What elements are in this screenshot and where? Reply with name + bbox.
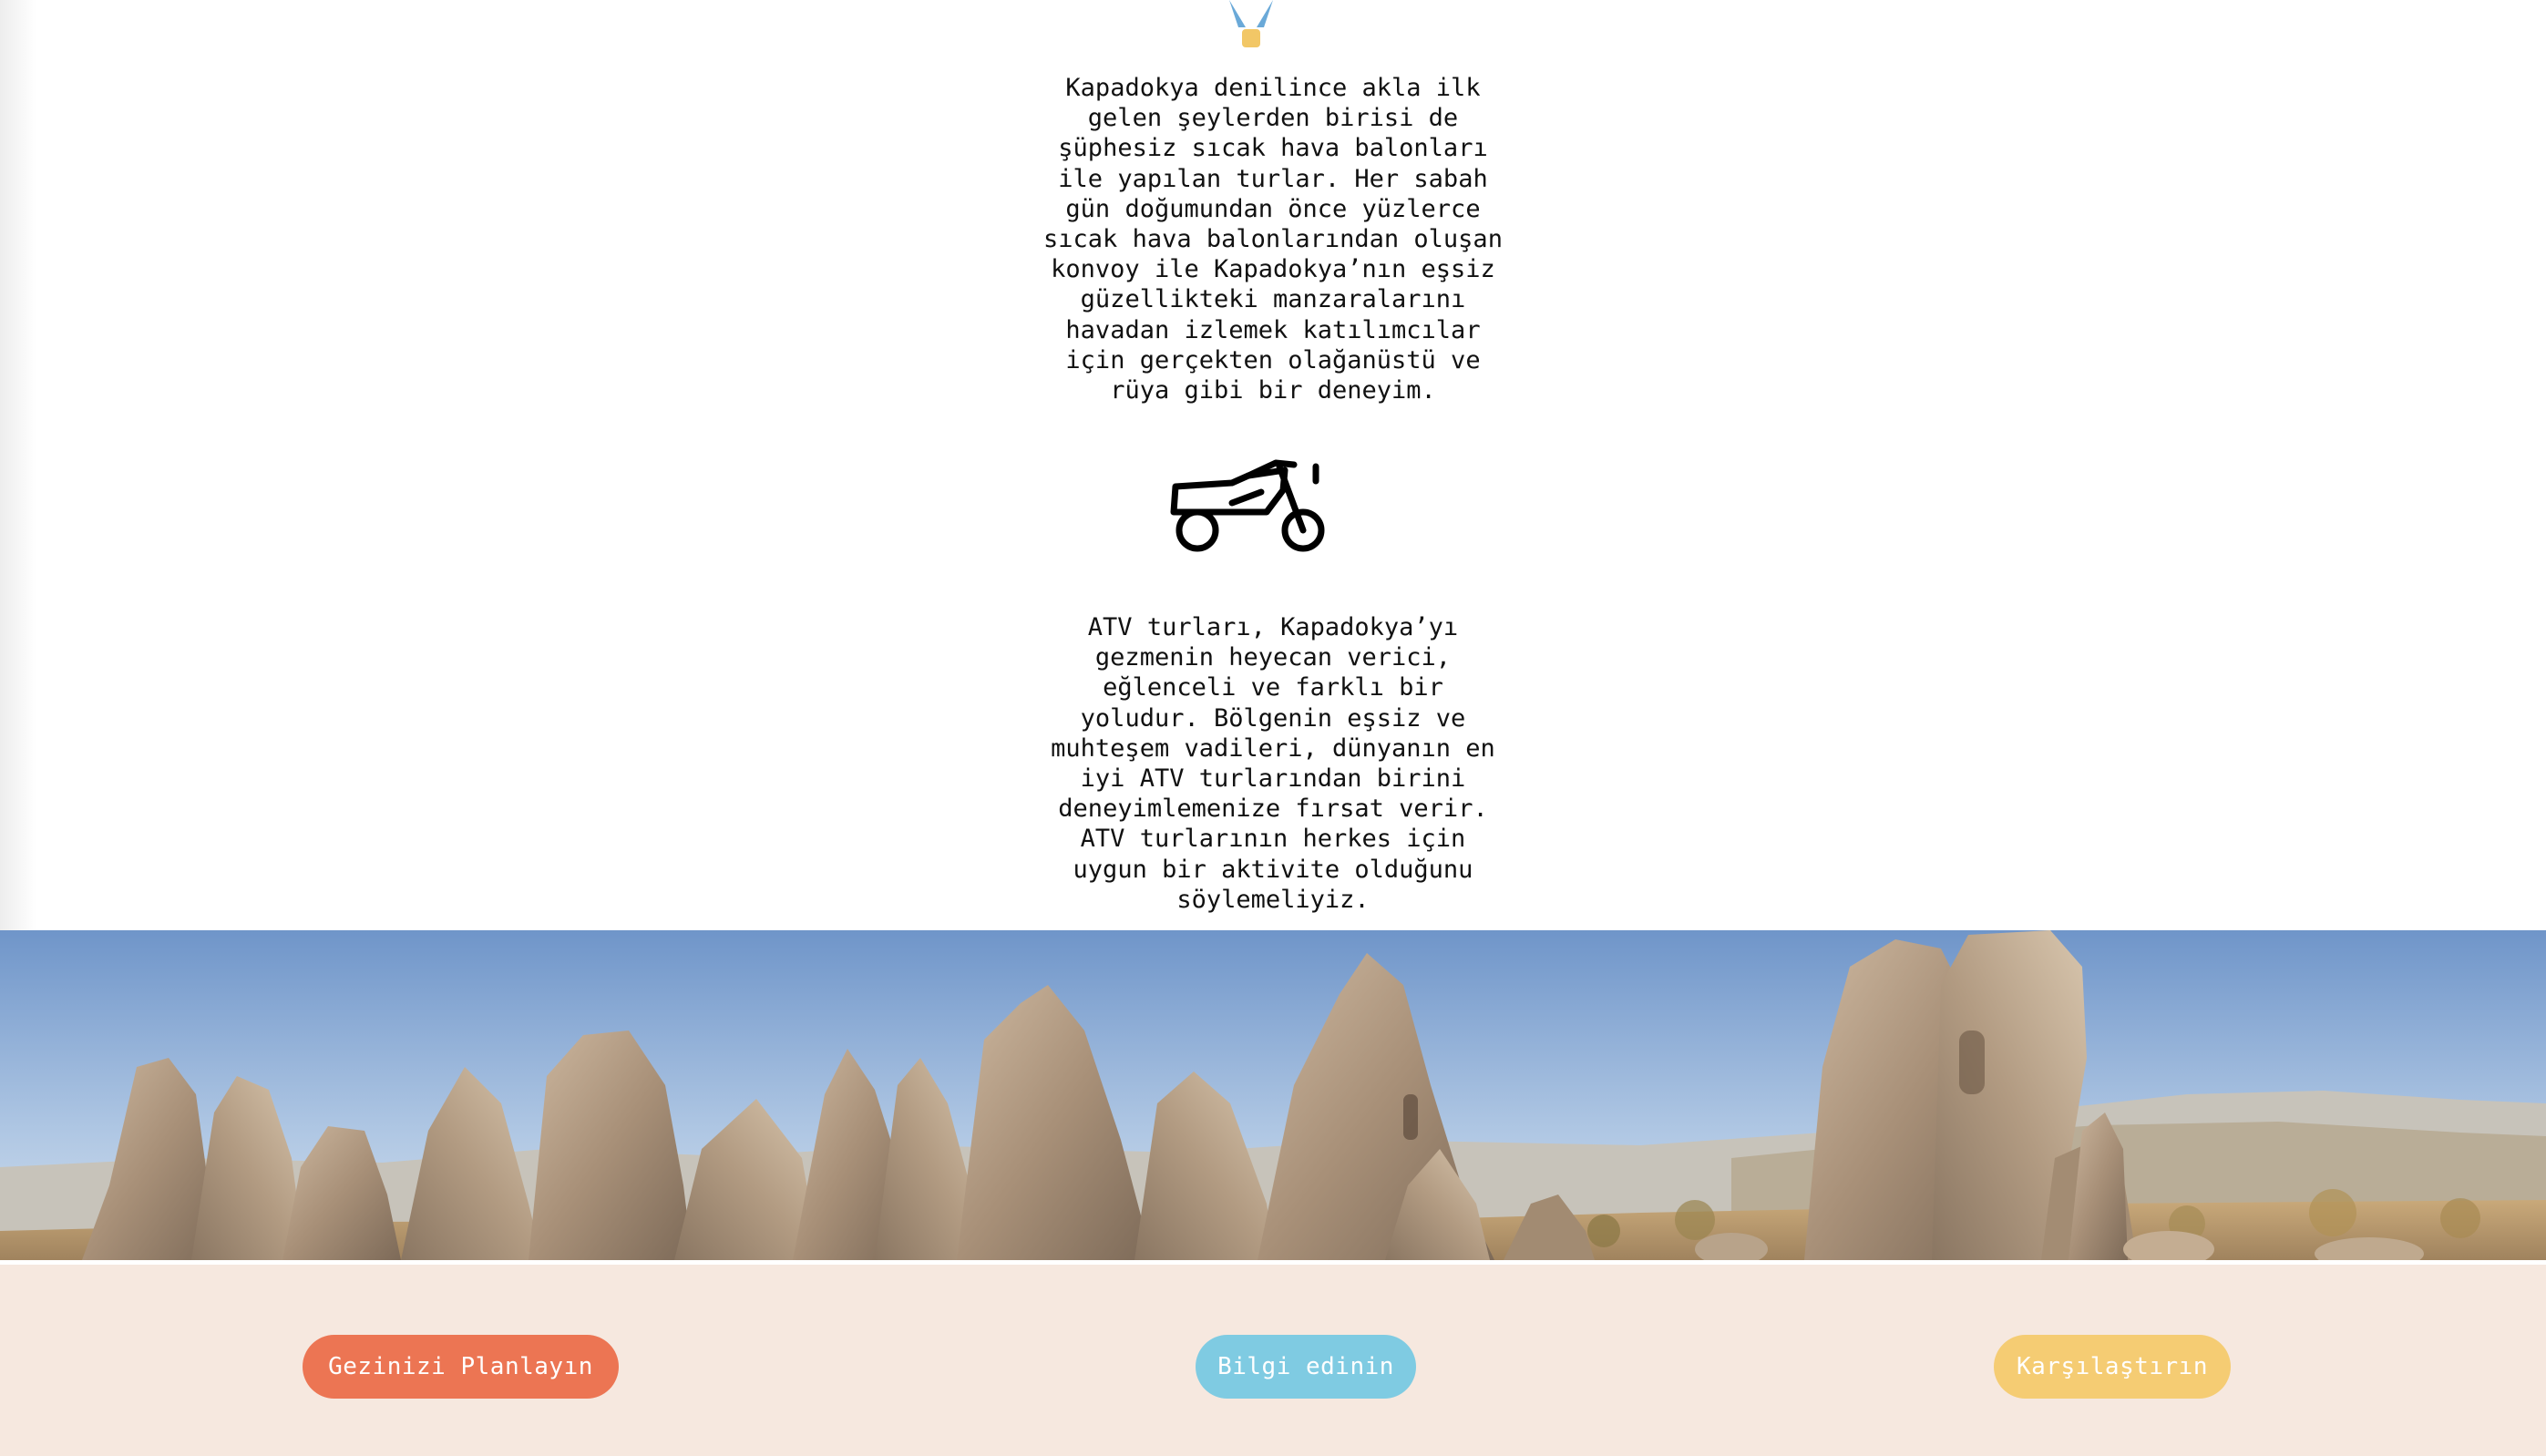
motorcycle-atv-icon [1166,456,1336,558]
hot-air-balloon-icon [1222,0,1280,55]
compare-button[interactable]: Karşılaştırın [1994,1335,2231,1399]
get-info-button[interactable]: Bilgi edinin [1196,1335,1416,1399]
atv-tour-description: ATV turları, Kapadokya’yı gezmenin heyec… [1051,613,1495,914]
balloon-tour-description: Kapadokya denilince akla ilk gelen şeyle… [1043,74,1503,405]
page: Kapadokya denilince akla ilk gelen şeyle… [0,0,2546,1456]
plan-trip-button[interactable]: Gezinizi Planlayın [303,1335,619,1399]
fairy-chimneys-illustration [0,930,2546,1260]
footer-cta-bar: Gezinizi Planlayın Bilgi edinin Karşılaş… [0,1260,2546,1456]
cappadocia-landscape-image [0,930,2546,1260]
